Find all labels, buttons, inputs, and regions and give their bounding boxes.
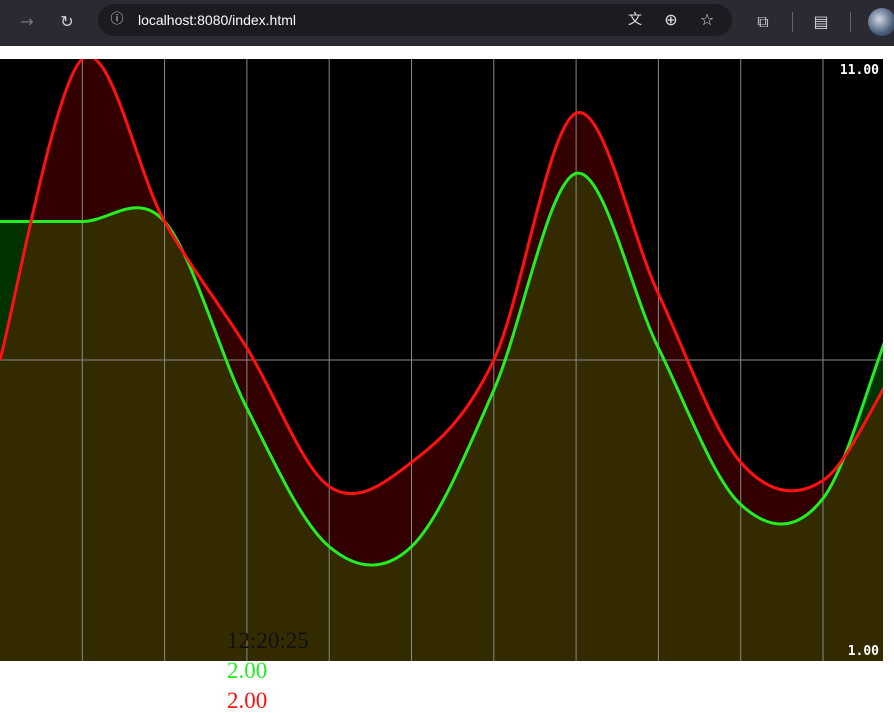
- toolbar-separator: [792, 12, 793, 32]
- chart: 11.00 1.00: [0, 59, 883, 661]
- y-max-label: 11.00: [839, 63, 879, 78]
- url-text[interactable]: localhost:8080/index.html: [138, 4, 296, 36]
- zoom-icon[interactable]: ⊕: [658, 7, 684, 33]
- toolbar-separator: [850, 12, 851, 32]
- red-value-readout: 2.00: [227, 688, 268, 713]
- y-min-label: 1.00: [847, 644, 879, 659]
- chart-plot: [0, 59, 883, 661]
- green-value-readout: 2.00: [227, 658, 268, 683]
- translate-icon[interactable]: 文: [622, 7, 648, 33]
- extensions-icon[interactable]: ⧉: [750, 9, 776, 35]
- site-info-icon[interactable]: ⓘ: [104, 7, 130, 33]
- profile-avatar[interactable]: [868, 8, 894, 36]
- bookmark-star-icon[interactable]: ☆: [694, 7, 720, 33]
- address-bar[interactable]: ⓘ localhost:8080/index.html 文 ⊕ ☆: [98, 4, 732, 36]
- time-readout: 12:20:25: [227, 628, 309, 653]
- back-icon[interactable]: →: [14, 9, 40, 35]
- reader-mode-icon[interactable]: ▤: [808, 9, 834, 35]
- browser-toolbar: → ↻ ⓘ localhost:8080/index.html 文 ⊕ ☆ ⧉ …: [0, 0, 894, 46]
- reload-icon[interactable]: ↻: [54, 9, 80, 35]
